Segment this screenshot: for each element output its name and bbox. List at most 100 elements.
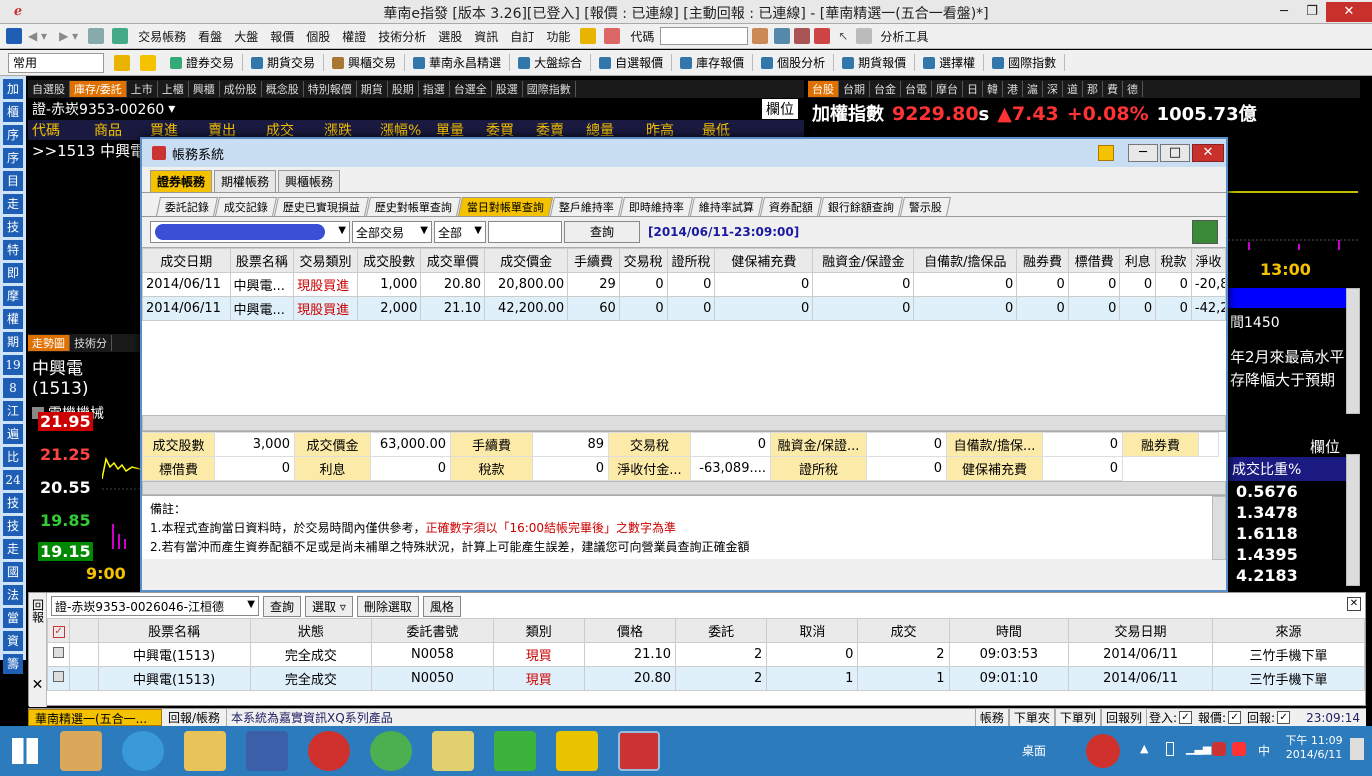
index-tab-13[interactable]: 德 (1123, 81, 1143, 97)
menu-trade[interactable]: 交易帳務 (132, 28, 192, 45)
media-player-icon[interactable] (246, 731, 288, 771)
ratio-scrollbar[interactable] (1346, 454, 1360, 586)
quote-tab-9[interactable]: 股期 (388, 81, 419, 97)
quote-tab-5[interactable]: 成份股 (220, 81, 262, 97)
tray-up-icon[interactable]: ▲ (1140, 742, 1148, 755)
quote-tab-10[interactable]: 指選 (419, 81, 450, 97)
back-icon[interactable]: ◀ ▾ (22, 29, 53, 43)
quick-item-3[interactable]: 華南永昌精選 (405, 54, 511, 71)
menu-watch[interactable]: 看盤 (192, 28, 228, 45)
trades-col-header[interactable]: 融資金/保證金 (812, 248, 915, 273)
quote-col-1[interactable]: 商品 (90, 120, 146, 140)
scan-icon[interactable] (752, 28, 769, 44)
tray-red-icon[interactable] (1212, 742, 1226, 756)
quote-tab-13[interactable]: 國際指數 (523, 81, 576, 97)
orders-col-header[interactable]: 狀態 (249, 618, 373, 643)
quick-item-4[interactable]: 大盤綜合 (510, 54, 592, 71)
shortcut-15[interactable]: 遍 (3, 424, 23, 444)
print-icon[interactable] (88, 28, 105, 44)
trades-col-header[interactable]: 淨收 (1190, 248, 1226, 273)
orders-col-header[interactable]: 類別 (492, 618, 585, 643)
shortcut-9[interactable]: 摩 (3, 286, 23, 306)
index-tab-5[interactable]: 日 (963, 81, 983, 97)
shortcut-11[interactable]: 期 (3, 332, 23, 352)
ie-icon[interactable] (122, 731, 164, 771)
index-tab-3[interactable]: 台電 (901, 81, 932, 97)
quote-col-0[interactable]: 代碼 (28, 120, 90, 140)
shortcut-17[interactable]: 24 (3, 470, 23, 490)
pen-icon[interactable] (580, 28, 597, 44)
trades-col-header[interactable]: 成交股數 (356, 248, 422, 273)
menu-quote[interactable]: 報價 (264, 28, 300, 45)
index-tab-8[interactable]: 滬 (1023, 81, 1043, 97)
subtab-4[interactable]: 當日對帳單查詢 (457, 197, 554, 216)
trades-col-header[interactable]: 標借費 (1067, 248, 1121, 273)
shortcut-5[interactable]: 走 (3, 194, 23, 214)
alert-icon[interactable] (814, 28, 831, 44)
trades-col-header[interactable]: 股票名稱 (229, 248, 295, 273)
subtab-6[interactable]: 即時維持率 (619, 197, 694, 216)
index-tab-2[interactable]: 台金 (870, 81, 901, 97)
index-tab-1[interactable]: 台期 (839, 81, 870, 97)
quote-tab-1[interactable]: 庫存/委託 (70, 81, 127, 97)
delete-selected-button[interactable]: 刪除選取 (356, 595, 419, 617)
quick-item-5[interactable]: 自選報價 (591, 54, 673, 71)
quick-item-9[interactable]: 選擇權 (915, 54, 985, 71)
menu-technical[interactable]: 技術分析 (372, 28, 432, 45)
dialog-minimize-button[interactable]: ─ (1128, 144, 1158, 162)
subtab-3[interactable]: 歷史對帳單查詢 (365, 197, 462, 216)
index-tab-4[interactable]: 摩台 (932, 81, 963, 97)
orders-col-header[interactable]: 價格 (583, 618, 677, 643)
shortcut-24[interactable]: 資 (3, 631, 23, 651)
subtab-1[interactable]: 成交記錄 (214, 197, 278, 216)
home-icon[interactable] (6, 28, 22, 44)
status-btn-replybar[interactable]: 回報列 (1100, 708, 1147, 727)
orders-col-header[interactable]: 時間 (948, 618, 1070, 643)
index-tab-7[interactable]: 港 (1003, 81, 1023, 97)
summary-hscroll[interactable] (142, 481, 1226, 495)
quote-tab-3[interactable]: 上櫃 (158, 81, 189, 97)
subtab-7[interactable]: 維持率試算 (689, 197, 764, 216)
code-filter-input[interactable] (488, 221, 562, 243)
news-line-3[interactable]: 存降幅大于預期 (1228, 367, 1360, 392)
quick-item-2[interactable]: 興櫃交易 (324, 54, 406, 71)
index-tab-11[interactable]: 那 (1083, 81, 1103, 97)
sticky-notes-icon[interactable] (432, 731, 474, 771)
clock[interactable]: 下午 11:09 2014/6/11 (1284, 732, 1344, 761)
index-tab-6[interactable]: 韓 (983, 81, 1003, 97)
shortcut-0[interactable]: 加 (3, 79, 23, 99)
row-checkbox[interactable] (46, 666, 71, 691)
news-line-1[interactable]: 間1450 (1228, 308, 1360, 336)
orders-side-tab[interactable]: 回報 ✕ (29, 593, 47, 707)
dialog-restore-button[interactable]: □ (1160, 144, 1190, 162)
trades-col-header[interactable]: 稅款 (1155, 248, 1192, 273)
shortcut-14[interactable]: 江 (3, 401, 23, 421)
ratio-columns-button[interactable]: 欄位 (1228, 418, 1360, 457)
shortcut-12[interactable]: 19 (3, 355, 23, 375)
trades-col-header[interactable]: 成交單價 (420, 248, 486, 273)
dialog-tab-1[interactable]: 期權帳務 (214, 170, 277, 192)
hnfs-active-icon[interactable] (618, 731, 660, 771)
tray-shield-icon[interactable] (1232, 742, 1246, 756)
start-icon[interactable] (12, 738, 38, 764)
index-tab-9[interactable]: 深 (1043, 81, 1063, 97)
table-row[interactable]: 中興電(1513) 完全成交 N0050 現買 20.80 2 1 1 09:01:10 2014… (46, 666, 1366, 691)
query-button[interactable]: 查詢 (564, 221, 640, 243)
orders-col-header[interactable]: 交易日期 (1068, 618, 1213, 643)
dialog-close-button[interactable]: ✕ (1192, 144, 1224, 162)
export-excel-icon[interactable] (1192, 220, 1218, 244)
tray-app-icon[interactable] (1086, 734, 1120, 768)
orders-col-header[interactable]: 委託 (675, 618, 768, 643)
orders-col-header[interactable]: 來源 (1211, 618, 1366, 643)
shortcut-10[interactable]: 權 (3, 309, 23, 329)
quick-item-1[interactable]: 期貨交易 (243, 54, 325, 71)
close-orders-icon[interactable]: ✕ (29, 678, 46, 692)
columns-button[interactable]: 欄位 (762, 99, 798, 119)
chrome-icon[interactable] (370, 731, 412, 771)
note-icon[interactable] (604, 28, 621, 44)
menu-warrant[interactable]: 權證 (336, 28, 372, 45)
menu-function[interactable]: 功能 (540, 28, 576, 45)
search-icon[interactable] (774, 28, 791, 44)
account-select[interactable]: 證-赤崁9353-00260 (32, 99, 164, 119)
trade-type-select[interactable]: 全部交易 ▼ (352, 221, 432, 243)
